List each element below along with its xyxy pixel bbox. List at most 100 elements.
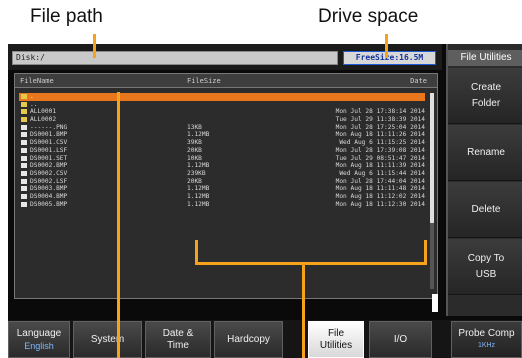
- file-date: Mon Jul 28 17:39:08 2014: [335, 146, 425, 154]
- column-header-date: Date: [410, 77, 427, 85]
- file-size: 10KB: [187, 154, 202, 162]
- file-date: Tue Jul 29 08:51:47 2014: [335, 154, 425, 162]
- file-icon: [21, 155, 27, 161]
- file-name: ALL0002: [30, 116, 57, 124]
- file-size: 20KB: [187, 177, 202, 185]
- scrollbar-thumb[interactable]: [430, 93, 434, 223]
- file-list-row[interactable]: DS0005.BMP 1.12MB Mon Aug 18 11:12:30 2014: [19, 201, 425, 209]
- date-time-label-line1: Date &: [162, 327, 194, 339]
- file-list-row[interactable]: .: [19, 93, 425, 101]
- probe-comp-button[interactable]: Probe Comp 1KHz: [451, 321, 522, 358]
- file-list-row[interactable]: ALL0002 Tue Jul 29 11:38:39 2014: [19, 116, 425, 124]
- callout-line-file-list: [302, 262, 305, 358]
- file-utilities-button[interactable]: File Utilities: [308, 321, 364, 358]
- probe-comp-label: Probe Comp: [458, 327, 515, 339]
- file-list-row[interactable]: DS0002.LSF 20KB Mon Jul 28 17:44:04 2014: [19, 178, 425, 186]
- file-list-row[interactable]: DS0003.BMP 1.12MB Mon Aug 18 11:11:48 2014: [19, 185, 425, 193]
- folder-icon: [21, 101, 27, 107]
- rename-button[interactable]: Rename: [448, 125, 522, 181]
- file-icon: [21, 193, 27, 199]
- language-button[interactable]: Language English: [8, 321, 70, 358]
- file-date: Mon Aug 18 11:12:02 2014: [335, 192, 425, 200]
- file-size: 39KB: [187, 139, 202, 147]
- io-button[interactable]: I/O: [369, 321, 432, 358]
- copy-to-usb-label-line1: Copy To: [467, 252, 505, 264]
- side-menu-title: File Utilities: [448, 50, 522, 66]
- language-value: English: [24, 340, 54, 351]
- create-folder-button[interactable]: Create Folder: [448, 68, 522, 124]
- language-label: Language: [16, 327, 62, 339]
- file-list-row[interactable]: DS0001.LSF 20KB Mon Jul 28 17:39:08 2014: [19, 147, 425, 155]
- file-date: Mon Aug 18 11:11:26 2014: [335, 131, 425, 139]
- file-list-row[interactable]: DS0001.SET 10KB Tue Jul 29 08:51:47 2014: [19, 155, 425, 163]
- file-browser-header: FileName FileSize Date: [15, 74, 437, 88]
- system-button[interactable]: System: [73, 321, 142, 358]
- file-icon: [21, 186, 27, 192]
- file-utilities-label-line2: Utilities: [319, 339, 353, 351]
- file-size: 1.12MB: [187, 162, 210, 170]
- file-name: ALL0001: [30, 108, 57, 116]
- folder-icon: [21, 109, 27, 115]
- file-date: Mon Aug 18 11:11:39 2014: [335, 162, 425, 170]
- file-icon: [21, 124, 27, 130]
- file-name: DS0001.BMP: [30, 131, 68, 139]
- rename-label: Rename: [467, 146, 505, 158]
- drive-free-space: FreeSize:16.5M: [343, 51, 436, 65]
- file-size: 239KB: [187, 169, 206, 177]
- file-date: Wed Aug 6 11:15:25 2014: [339, 139, 425, 147]
- file-list-row[interactable]: DS0002.BMP 1.12MB Mon Aug 18 11:11:39 2014: [19, 162, 425, 170]
- file-size: 1.12MB: [187, 131, 210, 139]
- create-folder-label-line1: Create: [470, 81, 501, 93]
- folder-icon: [21, 94, 27, 99]
- create-folder-label-line2: Folder: [471, 97, 501, 109]
- file-list-row[interactable]: DS0001.BMP 1.12MB Mon Aug 18 11:11:26 2014: [19, 131, 425, 139]
- file-date: Tue Jul 29 11:38:39 2014: [335, 116, 425, 124]
- file-name: DS0001.SET: [30, 154, 68, 162]
- file-icon: [21, 163, 27, 169]
- delete-button[interactable]: Delete: [448, 182, 522, 238]
- file-icon: [21, 201, 27, 207]
- file-utilities-label-line1: File: [327, 327, 345, 339]
- file-list: ... ALL0001 Mon Jul 28 17:38:14 2014 ALL000…: [19, 93, 425, 208]
- copy-to-usb-button[interactable]: Copy To USB: [448, 239, 522, 295]
- file-size: 1.12MB: [187, 192, 210, 200]
- bottom-menu: Language English System Date & Time Hard…: [8, 320, 522, 358]
- column-header-filesize: FileSize: [187, 77, 221, 85]
- callout-bracket-left: [195, 240, 198, 264]
- file-icon: [21, 140, 27, 146]
- hardcopy-button[interactable]: Hardcopy: [214, 321, 283, 358]
- io-label: I/O: [393, 333, 408, 345]
- file-list-row[interactable]: DS0002.CSV 239KB Wed Aug 6 11:15:44 2014: [19, 170, 425, 178]
- callout-line-row-pointer: [117, 92, 120, 358]
- file-list-row[interactable]: ------.PNG 13KB Mon Jul 28 17:25:04 2014: [19, 124, 425, 132]
- file-icon: [21, 170, 27, 176]
- file-list-row[interactable]: ..: [19, 101, 425, 109]
- date-time-label-line2: Time: [167, 339, 189, 351]
- delete-label: Delete: [471, 203, 501, 215]
- file-name: ..: [30, 100, 38, 108]
- file-name: DS0003.BMP: [30, 185, 68, 193]
- file-name: ------.PNG: [30, 123, 68, 131]
- file-date: Mon Aug 18 11:12:30 2014: [335, 200, 425, 208]
- file-name: DS0001.CSV: [30, 139, 68, 147]
- level-marker: [432, 294, 438, 312]
- callout-line-file-path: [93, 34, 96, 58]
- probe-comp-value: 1KHz: [477, 341, 496, 349]
- folder-icon: [21, 117, 27, 123]
- column-header-filename: FileName: [20, 77, 54, 85]
- file-name: DS0005.BMP: [30, 200, 68, 208]
- file-name: .: [30, 93, 34, 100]
- file-date: Mon Jul 28 17:44:04 2014: [335, 177, 425, 185]
- file-name: DS0001.LSF: [30, 146, 68, 154]
- file-size: 1.12MB: [187, 200, 210, 208]
- hardcopy-label: Hardcopy: [227, 333, 270, 345]
- date-time-button[interactable]: Date & Time: [145, 321, 211, 358]
- file-name: DS0004.BMP: [30, 192, 68, 200]
- file-list-row[interactable]: DS0001.CSV 39KB Wed Aug 6 11:15:25 2014: [19, 139, 425, 147]
- file-size: 13KB: [187, 123, 202, 131]
- file-icon: [21, 178, 27, 184]
- file-list-row[interactable]: ALL0001 Mon Jul 28 17:38:14 2014: [19, 108, 425, 116]
- file-name: DS0002.BMP: [30, 162, 68, 170]
- file-list-row[interactable]: DS0004.BMP 1.12MB Mon Aug 18 11:12:02 2014: [19, 193, 425, 201]
- file-list-scrollbar[interactable]: [430, 93, 434, 289]
